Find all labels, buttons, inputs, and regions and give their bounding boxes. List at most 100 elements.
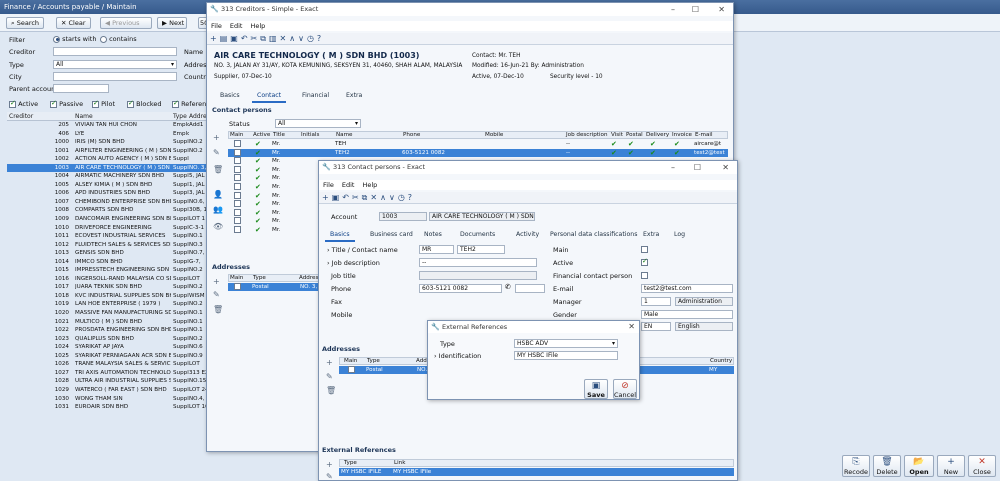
open-button[interactable]: 📂 Open xyxy=(904,455,934,477)
down-icon[interactable]: ∨ xyxy=(389,193,395,202)
tab-extra[interactable]: Extra xyxy=(341,91,367,101)
financial-contact-checkbox[interactable] xyxy=(641,271,648,279)
trash-address-icon[interactable]: 🗑 xyxy=(213,305,223,314)
name-input[interactable]: TEH2 xyxy=(457,245,505,254)
col-postal[interactable]: Postal xyxy=(626,132,643,139)
tab-extra[interactable]: Extra xyxy=(638,230,664,240)
contains-radio[interactable]: contains xyxy=(100,35,137,43)
copy-icon[interactable]: ⧉ xyxy=(260,34,266,43)
new-button[interactable]: + New xyxy=(937,455,965,477)
col-type[interactable]: Type xyxy=(173,112,187,121)
main-checkbox[interactable] xyxy=(641,245,648,253)
tab-basics[interactable]: Basics xyxy=(325,230,355,242)
user-icon[interactable]: 👤 xyxy=(213,190,223,199)
menu-file[interactable]: File xyxy=(211,22,222,30)
undo-icon[interactable]: ↶ xyxy=(342,193,349,202)
col-mobile[interactable]: Mobile xyxy=(485,132,503,139)
recode-button[interactable]: ⎘ Recode xyxy=(842,455,870,477)
phone-icon[interactable]: ✆ xyxy=(505,283,511,291)
tab-notes[interactable]: Notes xyxy=(419,230,447,240)
add-address-icon[interactable]: + xyxy=(213,277,220,286)
contact-row[interactable]: ✔ Mr. TEH2 603-5121 0082 -- ✔ ✔ ✔ ✔ test2@test xyxy=(228,148,728,157)
pilot-check[interactable]: Pilot xyxy=(92,99,115,108)
col-title[interactable]: Title xyxy=(273,132,285,139)
tab-personal-data[interactable]: Personal data classifications xyxy=(545,230,642,240)
tab-basics[interactable]: Basics xyxy=(215,91,245,101)
tab-financial[interactable]: Financial xyxy=(297,91,334,101)
col-phone[interactable]: Phone xyxy=(403,132,420,139)
tab-log[interactable]: Log xyxy=(669,230,690,240)
tab-business-card[interactable]: Business card xyxy=(365,230,418,240)
phone-ext-input[interactable] xyxy=(515,284,545,293)
title-select[interactable]: MR xyxy=(419,245,454,254)
edit-ext-ref-icon[interactable]: ✎ xyxy=(326,472,333,481)
up-icon[interactable]: ∧ xyxy=(380,193,386,202)
passive-check[interactable]: Passive xyxy=(50,99,83,108)
history-icon[interactable]: ◷ xyxy=(307,34,314,43)
help-icon[interactable]: ? xyxy=(408,193,412,202)
active-checkbox[interactable] xyxy=(641,257,648,266)
manager-id-input[interactable]: 1 xyxy=(641,297,671,306)
search-button[interactable]: ⌕ Search xyxy=(6,17,45,29)
status-select[interactable]: All ▾ xyxy=(275,119,361,128)
type-select[interactable]: All ▾ xyxy=(53,60,177,69)
menu-edit[interactable]: Edit xyxy=(230,22,243,30)
minimize-icon[interactable]: – xyxy=(671,161,675,174)
delete-icon[interactable]: ✕ xyxy=(280,34,287,43)
help-icon[interactable]: ? xyxy=(317,34,321,43)
tab-activity[interactable]: Activity xyxy=(511,230,544,240)
dialog-identification-input[interactable]: MY HSBC IFile xyxy=(514,351,618,360)
maximize-icon[interactable]: ☐ xyxy=(694,161,701,174)
creditor-input[interactable] xyxy=(53,47,177,56)
col-name[interactable]: Name xyxy=(336,132,353,139)
up-icon[interactable]: ∧ xyxy=(289,34,295,43)
cut-icon[interactable]: ✂ xyxy=(352,193,359,202)
close-window-icon[interactable]: ✕ xyxy=(628,321,635,333)
undo-icon[interactable]: ↶ xyxy=(241,34,248,43)
dialog-type-select[interactable]: HSBC ADV ▾ xyxy=(514,339,618,348)
edit-icon[interactable]: ✎ xyxy=(213,148,220,157)
cut-icon[interactable]: ✂ xyxy=(251,34,258,43)
delete-button[interactable]: 🗑 Delete xyxy=(873,455,901,477)
add-address-icon[interactable]: + xyxy=(326,358,333,367)
dialog-save-button[interactable]: ▣ Save xyxy=(584,379,608,399)
tab-documents[interactable]: Documents xyxy=(455,230,500,240)
users-icon[interactable]: 👥 xyxy=(213,205,223,214)
job-title-input[interactable] xyxy=(419,271,537,280)
minimize-icon[interactable]: – xyxy=(671,3,675,16)
new-icon[interactable]: + xyxy=(322,193,329,202)
col-invoice[interactable]: Invoice xyxy=(672,132,692,139)
col-job[interactable]: Job description xyxy=(566,132,608,139)
add-contact-icon[interactable]: + xyxy=(213,133,220,142)
eye-icon[interactable]: 👁 xyxy=(213,222,223,231)
dialog-cancel-button[interactable]: ⊘ Cancel xyxy=(613,379,637,399)
save-icon[interactable]: ▣ xyxy=(230,34,238,43)
tab-contact[interactable]: Contact xyxy=(252,91,287,103)
add-ext-ref-icon[interactable]: + xyxy=(326,460,333,469)
job-description-input[interactable]: -- xyxy=(419,258,537,267)
paste-icon[interactable]: ▥ xyxy=(269,34,277,43)
trash-address-icon[interactable]: 🗑 xyxy=(326,386,336,395)
menu-help[interactable]: Help xyxy=(250,22,265,30)
open-folder-icon[interactable]: ▤ xyxy=(220,34,228,43)
starts-with-radio[interactable]: starts with xyxy=(53,35,96,43)
city-input[interactable] xyxy=(53,72,177,81)
close-window-icon[interactable]: ✕ xyxy=(722,161,729,174)
close-button[interactable]: ✕ Close xyxy=(968,455,996,477)
copy-icon[interactable]: ⧉ xyxy=(362,193,368,202)
col-initials[interactable]: Initials xyxy=(301,132,319,139)
col-email[interactable]: E-mail xyxy=(695,132,713,139)
blocked-check[interactable]: Blocked xyxy=(127,99,162,108)
close-window-icon[interactable]: ✕ xyxy=(718,3,725,16)
down-icon[interactable]: ∨ xyxy=(298,34,304,43)
menu-edit[interactable]: Edit xyxy=(342,181,355,189)
trash-icon[interactable]: 🗑 xyxy=(213,165,223,174)
history-icon[interactable]: ◷ xyxy=(398,193,405,202)
email-input[interactable]: test2@test.com xyxy=(641,284,733,293)
parent-input[interactable] xyxy=(53,84,109,93)
previous-button[interactable]: ◀ Previous xyxy=(100,17,152,29)
phone-input[interactable]: 603-5121 0082 xyxy=(419,284,502,293)
gender-select[interactable]: Male xyxy=(641,310,733,319)
ext-ref-row[interactable]: MY HSBC IFILE MY HSBC IFile xyxy=(339,468,734,476)
language-code-input[interactable]: EN xyxy=(641,322,671,331)
